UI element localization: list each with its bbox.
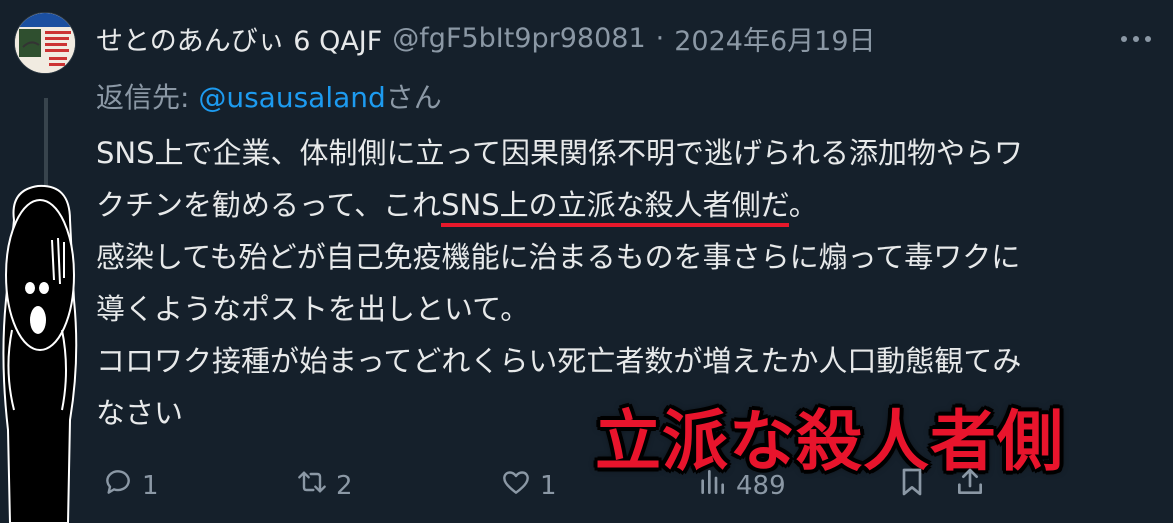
scream-figure-illustration: [2, 184, 78, 523]
retweet-count: 2: [336, 470, 353, 501]
action-bar: 1 2 1 489: [96, 466, 1156, 506]
bookmark-button[interactable]: [896, 466, 928, 505]
like-count: 1: [540, 470, 557, 501]
views-count: 489: [736, 470, 786, 501]
reply-to-line: 返信先: @usausalandさん: [96, 76, 442, 116]
retweet-button[interactable]: 2: [296, 466, 353, 505]
separator: ·: [655, 22, 665, 54]
body-line-5: コロワク接種が始まってどれくらい死亡者数が増えたか人口動態観てみ: [96, 344, 1022, 378]
reply-count: 1: [142, 470, 159, 501]
reply-mention-link[interactable]: @usausaland: [198, 81, 385, 114]
share-icon: [954, 466, 986, 505]
body-line-2-post: 。: [788, 188, 818, 222]
views-button[interactable]: 489: [696, 466, 786, 505]
user-handle[interactable]: @fgF5bIt9pr98081: [392, 23, 645, 54]
tweet-header: せとのあんびぃ 6 QAJF @fgF5bIt9pr98081 · 2024年6…: [96, 18, 876, 58]
more-icon[interactable]: [1119, 20, 1153, 50]
bookmark-icon: [896, 466, 928, 505]
body-line-4: 導くようなポストを出しといて。: [96, 292, 530, 326]
body-line-2-pre: クチンを勧めるって、これ: [96, 188, 442, 222]
avatar[interactable]: [14, 12, 76, 74]
reply-button[interactable]: 1: [102, 466, 159, 505]
like-button[interactable]: 1: [500, 466, 557, 505]
retweet-icon: [296, 466, 328, 505]
reply-icon: [102, 466, 134, 505]
like-icon: [500, 466, 532, 505]
share-button[interactable]: [954, 466, 986, 505]
reply-suffix: さん: [385, 81, 442, 114]
body-line-1: SNS上で企業、体制側に立って因果関係不明で逃げられる添加物やらワ: [96, 136, 1024, 170]
underlined-phrase: SNS上の立派な殺人者側だ: [441, 188, 789, 227]
views-icon: [696, 466, 728, 505]
display-name[interactable]: せとのあんびぃ 6 QAJF: [96, 19, 382, 58]
body-line-2: クチンを勧めるって、これSNS上の立派な殺人者側だ。: [96, 179, 1156, 231]
timestamp[interactable]: 2024年6月19日: [674, 19, 875, 58]
reply-prefix: 返信先:: [96, 81, 199, 114]
body-line-3: 感染しても殆どが自己免疫機能に治まるものを事さらに煽って毒ワクに: [96, 240, 1021, 274]
